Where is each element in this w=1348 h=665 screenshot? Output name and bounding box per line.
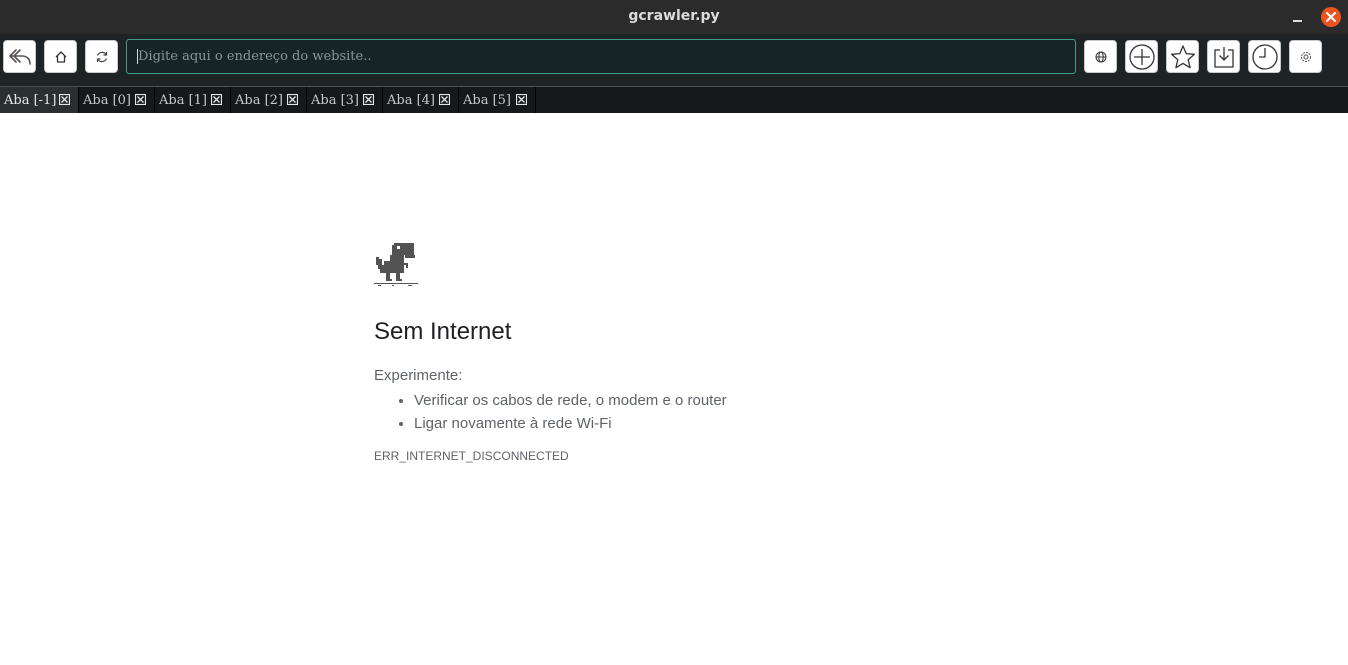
tab-bar: Aba [-1] Aba [0] Aba [1] Aba [2] Aba [3]… xyxy=(0,86,1348,113)
reload-button[interactable] xyxy=(85,40,118,73)
page-content: Sem Internet Experimente: Verificar os c… xyxy=(0,113,1348,665)
suggestions-list: Verificar os cabos de rede, o modem e o … xyxy=(414,389,727,435)
tab-item[interactable]: Aba [0] xyxy=(79,87,155,113)
close-box-icon[interactable] xyxy=(516,94,527,105)
tab-label: Aba [0] xyxy=(83,92,132,108)
go-button[interactable] xyxy=(1084,40,1117,73)
browser-toolbar: Digite aqui o endereço do website.. xyxy=(0,34,1348,86)
tab-label: Aba [5] xyxy=(463,92,512,108)
tab-label: Aba [1] xyxy=(159,92,208,108)
close-window-button[interactable] xyxy=(1321,7,1341,27)
list-item: Ligar novamente à rede Wi-Fi xyxy=(414,412,727,435)
tab-item[interactable]: Aba [1] xyxy=(155,87,231,113)
tab-item[interactable]: Aba [3] xyxy=(307,87,383,113)
close-box-icon[interactable] xyxy=(59,94,70,105)
back-button[interactable] xyxy=(3,40,36,73)
gear-icon xyxy=(1300,51,1311,62)
bookmark-button[interactable] xyxy=(1166,40,1199,73)
tab-label: Aba [2] xyxy=(235,92,284,108)
error-code: ERR_INTERNET_DISCONNECTED xyxy=(374,449,569,463)
address-bar[interactable]: Digite aqui o endereço do website.. xyxy=(126,39,1076,74)
close-box-icon[interactable] xyxy=(287,94,298,105)
download-button[interactable] xyxy=(1207,40,1240,73)
tab-item[interactable]: Aba [4] xyxy=(383,87,459,113)
close-icon xyxy=(1326,12,1336,22)
star-icon xyxy=(1170,44,1195,68)
globe-icon xyxy=(1095,51,1106,62)
dino-eye xyxy=(397,246,400,249)
window-titlebar: gcrawler.py xyxy=(0,0,1348,34)
close-box-icon[interactable] xyxy=(135,94,146,105)
tab-label: Aba [4] xyxy=(387,92,436,108)
history-button[interactable] xyxy=(1248,40,1281,73)
home-button[interactable] xyxy=(44,40,77,73)
clock-icon xyxy=(1251,43,1278,70)
suggestions-label: Experimente: xyxy=(374,367,463,384)
minimize-button[interactable] xyxy=(1287,7,1307,27)
undo-arrow-icon xyxy=(8,48,31,65)
settings-button[interactable] xyxy=(1289,40,1322,73)
address-placeholder: Digite aqui o endereço do website.. xyxy=(138,49,372,64)
download-icon xyxy=(1213,46,1234,68)
dinosaur-icon xyxy=(374,243,418,286)
home-icon xyxy=(55,50,66,63)
reload-icon xyxy=(96,51,107,62)
close-box-icon[interactable] xyxy=(363,94,374,105)
close-box-icon[interactable] xyxy=(439,94,450,105)
new-tab-button[interactable] xyxy=(1125,40,1158,73)
plus-circle-icon xyxy=(1128,43,1155,70)
close-box-icon[interactable] xyxy=(211,94,222,105)
window-title: gcrawler.py xyxy=(628,8,720,24)
tab-label: Aba [3] xyxy=(311,92,360,108)
tab-item[interactable]: Aba [5] xyxy=(459,87,536,113)
tab-item[interactable]: Aba [2] xyxy=(231,87,307,113)
error-heading: Sem Internet xyxy=(374,318,512,345)
tab-label: Aba [-1] xyxy=(4,92,57,108)
list-item: Verificar os cabos de rede, o modem e o … xyxy=(414,389,727,412)
tab-item[interactable]: Aba [-1] xyxy=(0,87,79,113)
